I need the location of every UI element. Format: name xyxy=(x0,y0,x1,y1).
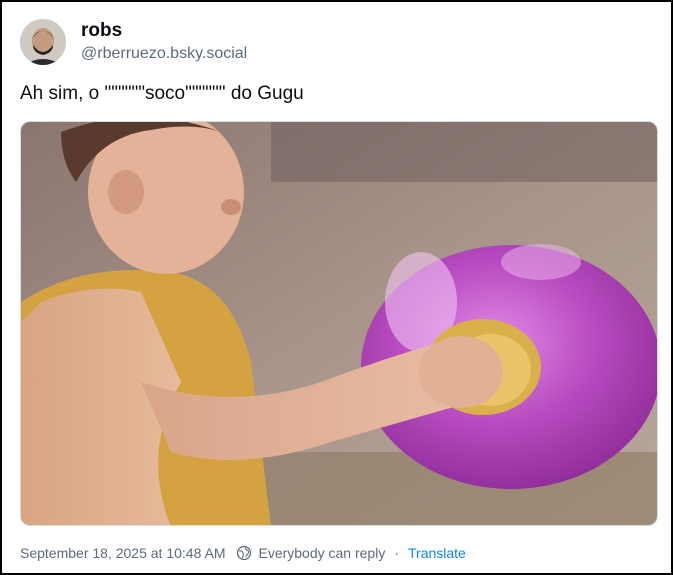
post-timestamp[interactable]: September 18, 2025 at 10:48 AM xyxy=(20,545,225,561)
reply-setting: Everybody can reply xyxy=(258,545,386,561)
gif-image xyxy=(21,122,657,525)
translate-link[interactable]: Translate xyxy=(408,545,466,561)
avatar-photo xyxy=(20,19,66,65)
author-handle[interactable]: @rberruezo.bsky.social xyxy=(81,45,247,63)
post-image[interactable] xyxy=(20,121,658,526)
post-meta: September 18, 2025 at 10:48 AM Everybody… xyxy=(20,545,466,561)
post-card[interactable]: robs @rberruezo.bsky.social Ah sim, o ""… xyxy=(0,0,673,575)
globe-icon xyxy=(236,545,252,561)
avatar[interactable] xyxy=(20,19,66,65)
separator-dot: · xyxy=(394,545,399,561)
display-name[interactable]: robs xyxy=(81,20,122,42)
post-text: Ah sim, o """"""soco"""""" do Gugu xyxy=(20,83,304,104)
